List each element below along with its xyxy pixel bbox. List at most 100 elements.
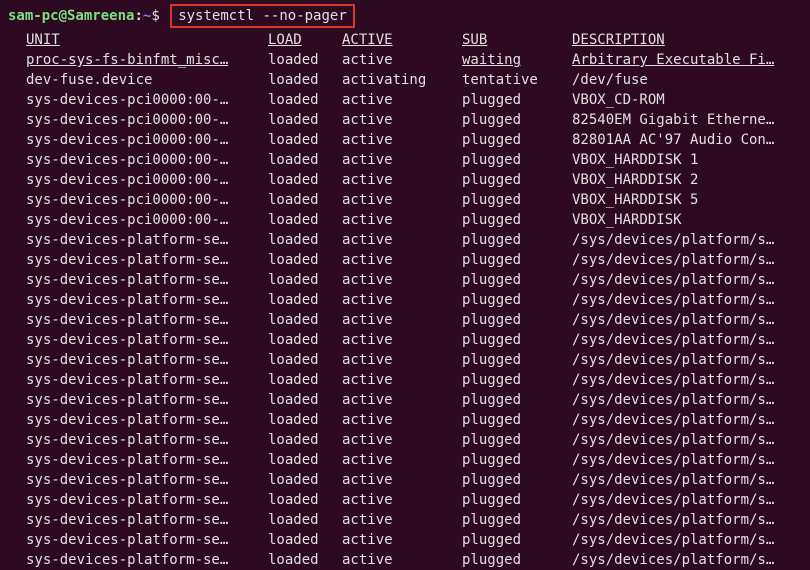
cell-unit: sys-devices-pci0000:00-… [26, 190, 268, 210]
cell-description: VBOX_HARDDISK 2 [572, 170, 784, 190]
table-header-row: UNIT LOAD ACTIVE SUB DESCRIPTION [26, 30, 784, 50]
command-highlight: systemctl --no-pager [170, 4, 355, 28]
cell-unit: sys-devices-platform-se… [26, 530, 268, 550]
cell-load: loaded [268, 310, 342, 330]
cell-sub: plugged [462, 510, 572, 530]
cell-load: loaded [268, 350, 342, 370]
cell-active: active [342, 170, 462, 190]
cell-active: active [342, 550, 462, 570]
cell-active: active [342, 210, 462, 230]
cell-active: active [342, 370, 462, 390]
cell-load: loaded [268, 110, 342, 130]
cell-load: loaded [268, 230, 342, 250]
table-row: sys-devices-platform-se…loadedactiveplug… [26, 510, 784, 530]
cell-unit: sys-devices-platform-se… [26, 490, 268, 510]
table-row: sys-devices-platform-se…loadedactiveplug… [26, 330, 784, 350]
cell-load: loaded [268, 330, 342, 350]
cell-load: loaded [268, 130, 342, 150]
cell-unit: dev-fuse.device [26, 70, 268, 90]
cell-unit: sys-devices-platform-se… [26, 230, 268, 250]
cell-description: /sys/devices/platform/s… [572, 510, 784, 530]
cell-unit: sys-devices-pci0000:00-… [26, 110, 268, 130]
cell-unit: proc-sys-fs-binfmt_misc… [26, 50, 268, 70]
cell-active: active [342, 190, 462, 210]
cell-sub: plugged [462, 550, 572, 570]
cell-load: loaded [268, 170, 342, 190]
cell-active: active [342, 510, 462, 530]
cell-description: VBOX_HARDDISK 5 [572, 190, 784, 210]
cell-description: 82540EM Gigabit Etherne… [572, 110, 784, 130]
table-row: sys-devices-platform-se…loadedactiveplug… [26, 230, 784, 250]
cell-unit: sys-devices-platform-se… [26, 390, 268, 410]
cell-sub: plugged [462, 350, 572, 370]
cell-load: loaded [268, 470, 342, 490]
cell-description: /sys/devices/platform/s… [572, 270, 784, 290]
table-row: sys-devices-platform-se…loadedactiveplug… [26, 350, 784, 370]
cell-sub: plugged [462, 130, 572, 150]
cell-description: /sys/devices/platform/s… [572, 350, 784, 370]
cell-active: active [342, 450, 462, 470]
cell-active: active [342, 110, 462, 130]
cell-description: /dev/fuse [572, 70, 784, 90]
cell-load: loaded [268, 150, 342, 170]
cell-description: Arbitrary Executable Fi… [572, 50, 784, 70]
cell-description: /sys/devices/platform/s… [572, 230, 784, 250]
cell-active: active [342, 410, 462, 430]
table-row: sys-devices-platform-se…loadedactiveplug… [26, 550, 784, 570]
cell-load: loaded [268, 190, 342, 210]
header-description: DESCRIPTION [572, 30, 784, 50]
table-row: sys-devices-pci0000:00-…loadedactiveplug… [26, 90, 784, 110]
cell-sub: plugged [462, 210, 572, 230]
table-row: sys-devices-pci0000:00-…loadedactiveplug… [26, 190, 784, 210]
cell-description: /sys/devices/platform/s… [572, 250, 784, 270]
table-row: sys-devices-platform-se…loadedactiveplug… [26, 490, 784, 510]
cell-unit: sys-devices-platform-se… [26, 290, 268, 310]
table-row: sys-devices-pci0000:00-…loadedactiveplug… [26, 130, 784, 150]
header-unit: UNIT [26, 30, 268, 50]
cell-description: /sys/devices/platform/s… [572, 550, 784, 570]
cell-description: /sys/devices/platform/s… [572, 410, 784, 430]
cell-load: loaded [268, 370, 342, 390]
cell-active: active [342, 430, 462, 450]
cell-sub: plugged [462, 190, 572, 210]
table-row: sys-devices-platform-se…loadedactiveplug… [26, 250, 784, 270]
cell-active: active [342, 150, 462, 170]
prompt-dollar: $ [151, 8, 159, 24]
cell-description: /sys/devices/platform/s… [572, 430, 784, 450]
cell-sub: plugged [462, 110, 572, 130]
table-row: sys-devices-platform-se…loadedactiveplug… [26, 530, 784, 550]
cell-load: loaded [268, 450, 342, 470]
cell-unit: sys-devices-platform-se… [26, 350, 268, 370]
cell-load: loaded [268, 210, 342, 230]
cell-active: active [342, 310, 462, 330]
cell-load: loaded [268, 390, 342, 410]
header-load: LOAD [268, 30, 342, 50]
table-row: sys-devices-platform-se…loadedactiveplug… [26, 270, 784, 290]
cell-unit: sys-devices-pci0000:00-… [26, 130, 268, 150]
cell-load: loaded [268, 270, 342, 290]
cell-sub: waiting [462, 50, 572, 70]
header-sub: SUB [462, 30, 572, 50]
cell-sub: plugged [462, 430, 572, 450]
table-row: sys-devices-platform-se…loadedactiveplug… [26, 430, 784, 450]
prompt-line[interactable]: sam-pc@Samreena:~$ systemctl --no-pager [8, 4, 802, 28]
cell-sub: plugged [462, 470, 572, 490]
cell-sub: plugged [462, 150, 572, 170]
cell-load: loaded [268, 50, 342, 70]
cell-sub: plugged [462, 290, 572, 310]
cell-unit: sys-devices-platform-se… [26, 410, 268, 430]
table-row: sys-devices-platform-se…loadedactiveplug… [26, 470, 784, 490]
cell-sub: plugged [462, 390, 572, 410]
cell-active: active [342, 350, 462, 370]
cell-sub: plugged [462, 90, 572, 110]
cell-unit: sys-devices-pci0000:00-… [26, 150, 268, 170]
cell-active: active [342, 130, 462, 150]
cell-unit: sys-devices-platform-se… [26, 370, 268, 390]
cell-sub: plugged [462, 310, 572, 330]
table-row: sys-devices-platform-se…loadedactiveplug… [26, 410, 784, 430]
unit-table: UNIT LOAD ACTIVE SUB DESCRIPTION proc-sy… [26, 30, 784, 570]
header-active: ACTIVE [342, 30, 462, 50]
cell-description: /sys/devices/platform/s… [572, 450, 784, 470]
cell-active: active [342, 90, 462, 110]
table-row: sys-devices-platform-se…loadedactiveplug… [26, 390, 784, 410]
